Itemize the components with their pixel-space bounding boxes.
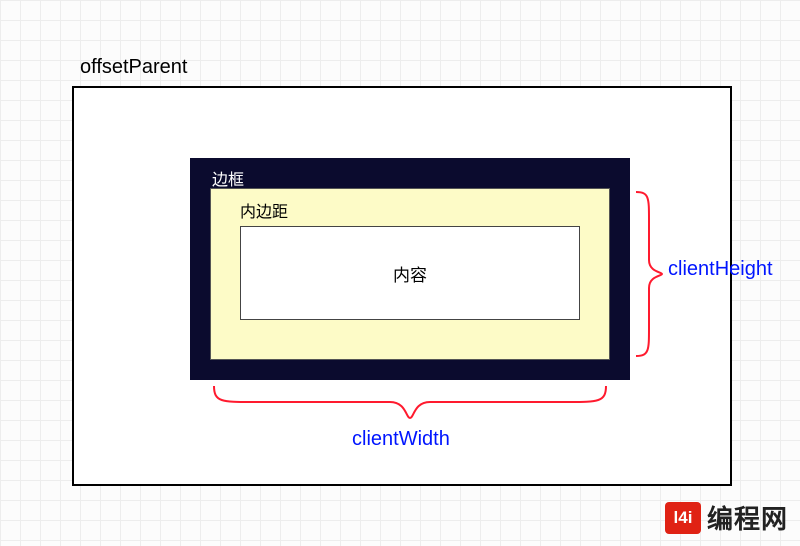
client-width-label: clientWidth xyxy=(352,428,450,451)
border-label: 边框 xyxy=(212,166,244,190)
client-height-brace-icon xyxy=(634,190,664,358)
content-label: 内容 xyxy=(393,261,427,286)
client-height-label: clientHeight xyxy=(668,258,773,281)
padding-label: 内边距 xyxy=(240,198,288,222)
watermark-badge-icon: l4i xyxy=(665,502,701,534)
watermark: l4i 编程网 xyxy=(665,499,788,536)
offset-parent-label: offsetParent xyxy=(80,56,187,79)
client-width-brace-icon xyxy=(212,384,608,422)
watermark-text: 编程网 xyxy=(707,499,788,536)
content-box: 内容 xyxy=(240,226,580,320)
